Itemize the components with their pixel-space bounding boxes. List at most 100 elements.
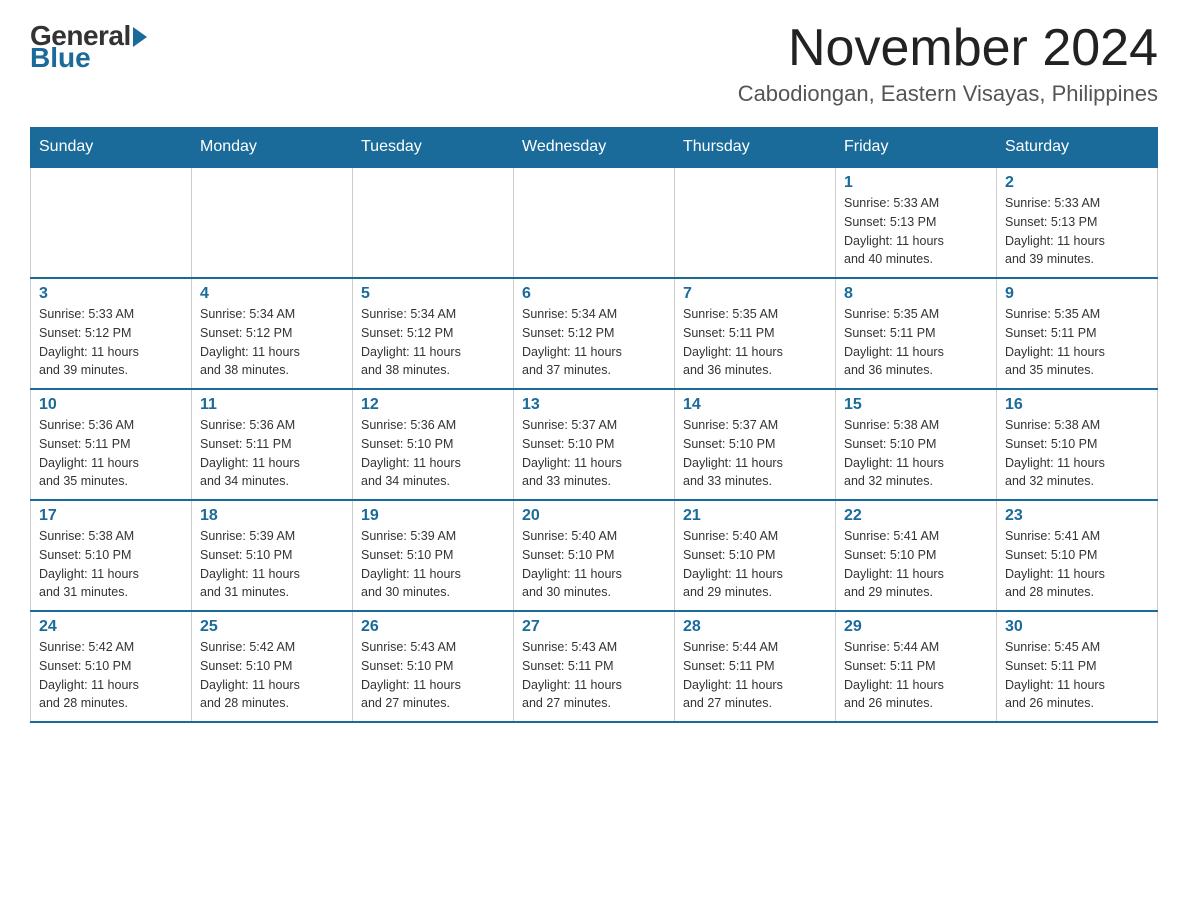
calendar-cell: 8 Sunrise: 5:35 AM Sunset: 5:11 PM Daylig… (836, 278, 997, 389)
day-info: Sunrise: 5:34 AM Sunset: 5:12 PM Dayligh… (522, 305, 666, 380)
calendar-cell: 24 Sunrise: 5:42 AM Sunset: 5:10 PM Dayli… (31, 611, 192, 722)
day-number: 24 (39, 618, 183, 636)
logo-arrow-icon (133, 27, 147, 47)
column-header-tuesday: Tuesday (353, 128, 514, 168)
day-info: Sunrise: 5:33 AM Sunset: 5:13 PM Dayligh… (1005, 194, 1149, 269)
day-info: Sunrise: 5:34 AM Sunset: 5:12 PM Dayligh… (361, 305, 505, 380)
calendar-cell: 23 Sunrise: 5:41 AM Sunset: 5:10 PM Dayli… (997, 500, 1158, 611)
day-info: Sunrise: 5:36 AM Sunset: 5:11 PM Dayligh… (39, 416, 183, 491)
day-info: Sunrise: 5:33 AM Sunset: 5:13 PM Dayligh… (844, 194, 988, 269)
day-number: 2 (1005, 174, 1149, 192)
day-info: Sunrise: 5:38 AM Sunset: 5:10 PM Dayligh… (1005, 416, 1149, 491)
day-info: Sunrise: 5:42 AM Sunset: 5:10 PM Dayligh… (39, 638, 183, 713)
calendar-cell: 27Sunrise: 5:43 AM Sunset: 5:11 PM Dayli… (514, 611, 675, 722)
column-header-friday: Friday (836, 128, 997, 168)
calendar-cell (31, 167, 192, 278)
day-info: Sunrise: 5:35 AM Sunset: 5:11 PM Dayligh… (683, 305, 827, 380)
day-number: 17 (39, 507, 183, 525)
title-section: November 2024 Cabodiongan, Eastern Visay… (738, 20, 1158, 107)
day-number: 11 (200, 396, 344, 414)
column-header-saturday: Saturday (997, 128, 1158, 168)
calendar-cell: 13 Sunrise: 5:37 AM Sunset: 5:10 PM Dayli… (514, 389, 675, 500)
calendar-cell: 11Sunrise: 5:36 AM Sunset: 5:11 PM Dayli… (192, 389, 353, 500)
day-info: Sunrise: 5:38 AM Sunset: 5:10 PM Dayligh… (39, 527, 183, 602)
calendar-table: SundayMondayTuesdayWednesdayThursdayFrid… (30, 127, 1158, 723)
day-number: 22 (844, 507, 988, 525)
day-info: Sunrise: 5:44 AM Sunset: 5:11 PM Dayligh… (844, 638, 988, 713)
calendar-week-row: 17 Sunrise: 5:38 AM Sunset: 5:10 PM Dayli… (31, 500, 1158, 611)
calendar-cell: 4 Sunrise: 5:34 AM Sunset: 5:12 PM Daylig… (192, 278, 353, 389)
day-number: 23 (1005, 507, 1149, 525)
calendar-cell: 12 Sunrise: 5:36 AM Sunset: 5:10 PM Dayli… (353, 389, 514, 500)
day-info: Sunrise: 5:39 AM Sunset: 5:10 PM Dayligh… (200, 527, 344, 602)
calendar-header-row: SundayMondayTuesdayWednesdayThursdayFrid… (31, 128, 1158, 168)
calendar-cell: 17 Sunrise: 5:38 AM Sunset: 5:10 PM Dayli… (31, 500, 192, 611)
day-number: 5 (361, 285, 505, 303)
calendar-cell: 18Sunrise: 5:39 AM Sunset: 5:10 PM Dayli… (192, 500, 353, 611)
column-header-sunday: Sunday (31, 128, 192, 168)
calendar-cell: 22 Sunrise: 5:41 AM Sunset: 5:10 PM Dayli… (836, 500, 997, 611)
page-header: General Blue November 2024 Cabodiongan, … (30, 20, 1158, 107)
day-info: Sunrise: 5:34 AM Sunset: 5:12 PM Dayligh… (200, 305, 344, 380)
column-header-wednesday: Wednesday (514, 128, 675, 168)
calendar-cell: 20Sunrise: 5:40 AM Sunset: 5:10 PM Dayli… (514, 500, 675, 611)
day-info: Sunrise: 5:37 AM Sunset: 5:10 PM Dayligh… (522, 416, 666, 491)
day-info: Sunrise: 5:35 AM Sunset: 5:11 PM Dayligh… (1005, 305, 1149, 380)
day-info: Sunrise: 5:42 AM Sunset: 5:10 PM Dayligh… (200, 638, 344, 713)
calendar-cell: 9 Sunrise: 5:35 AM Sunset: 5:11 PM Daylig… (997, 278, 1158, 389)
day-number: 16 (1005, 396, 1149, 414)
day-number: 1 (844, 174, 988, 192)
calendar-cell: 25Sunrise: 5:42 AM Sunset: 5:10 PM Dayli… (192, 611, 353, 722)
day-number: 9 (1005, 285, 1149, 303)
calendar-cell: 21 Sunrise: 5:40 AM Sunset: 5:10 PM Dayli… (675, 500, 836, 611)
calendar-week-row: 10 Sunrise: 5:36 AM Sunset: 5:11 PM Dayli… (31, 389, 1158, 500)
calendar-week-row: 24 Sunrise: 5:42 AM Sunset: 5:10 PM Dayli… (31, 611, 1158, 722)
calendar-cell (514, 167, 675, 278)
column-header-thursday: Thursday (675, 128, 836, 168)
day-info: Sunrise: 5:40 AM Sunset: 5:10 PM Dayligh… (683, 527, 827, 602)
day-info: Sunrise: 5:35 AM Sunset: 5:11 PM Dayligh… (844, 305, 988, 380)
day-info: Sunrise: 5:41 AM Sunset: 5:10 PM Dayligh… (1005, 527, 1149, 602)
calendar-cell: 2 Sunrise: 5:33 AM Sunset: 5:13 PM Daylig… (997, 167, 1158, 278)
calendar-cell (675, 167, 836, 278)
day-number: 4 (200, 285, 344, 303)
calendar-cell: 15Sunrise: 5:38 AM Sunset: 5:10 PM Dayli… (836, 389, 997, 500)
calendar-cell: 26 Sunrise: 5:43 AM Sunset: 5:10 PM Dayli… (353, 611, 514, 722)
day-info: Sunrise: 5:41 AM Sunset: 5:10 PM Dayligh… (844, 527, 988, 602)
day-number: 15 (844, 396, 988, 414)
month-year-title: November 2024 (738, 20, 1158, 77)
day-number: 3 (39, 285, 183, 303)
calendar-cell: 30Sunrise: 5:45 AM Sunset: 5:11 PM Dayli… (997, 611, 1158, 722)
day-number: 12 (361, 396, 505, 414)
day-number: 26 (361, 618, 505, 636)
calendar-week-row: 3 Sunrise: 5:33 AM Sunset: 5:12 PM Daylig… (31, 278, 1158, 389)
day-info: Sunrise: 5:40 AM Sunset: 5:10 PM Dayligh… (522, 527, 666, 602)
day-number: 29 (844, 618, 988, 636)
logo: General Blue (30, 20, 147, 74)
day-number: 10 (39, 396, 183, 414)
calendar-cell: 19Sunrise: 5:39 AM Sunset: 5:10 PM Dayli… (353, 500, 514, 611)
day-info: Sunrise: 5:36 AM Sunset: 5:10 PM Dayligh… (361, 416, 505, 491)
column-header-monday: Monday (192, 128, 353, 168)
day-number: 8 (844, 285, 988, 303)
calendar-cell: 14Sunrise: 5:37 AM Sunset: 5:10 PM Dayli… (675, 389, 836, 500)
calendar-cell (192, 167, 353, 278)
calendar-cell: 10 Sunrise: 5:36 AM Sunset: 5:11 PM Dayli… (31, 389, 192, 500)
day-info: Sunrise: 5:43 AM Sunset: 5:10 PM Dayligh… (361, 638, 505, 713)
day-number: 27 (522, 618, 666, 636)
day-number: 30 (1005, 618, 1149, 636)
calendar-cell: 5 Sunrise: 5:34 AM Sunset: 5:12 PM Daylig… (353, 278, 514, 389)
calendar-cell: 3 Sunrise: 5:33 AM Sunset: 5:12 PM Daylig… (31, 278, 192, 389)
day-number: 13 (522, 396, 666, 414)
day-info: Sunrise: 5:44 AM Sunset: 5:11 PM Dayligh… (683, 638, 827, 713)
day-info: Sunrise: 5:33 AM Sunset: 5:12 PM Dayligh… (39, 305, 183, 380)
day-number: 6 (522, 285, 666, 303)
location-subtitle: Cabodiongan, Eastern Visayas, Philippine… (738, 81, 1158, 107)
calendar-cell: 1 Sunrise: 5:33 AM Sunset: 5:13 PM Daylig… (836, 167, 997, 278)
calendar-cell (353, 167, 514, 278)
calendar-cell: 28 Sunrise: 5:44 AM Sunset: 5:11 PM Dayli… (675, 611, 836, 722)
calendar-week-row: 1 Sunrise: 5:33 AM Sunset: 5:13 PM Daylig… (31, 167, 1158, 278)
day-number: 28 (683, 618, 827, 636)
logo-blue-text: Blue (30, 42, 91, 74)
day-number: 21 (683, 507, 827, 525)
